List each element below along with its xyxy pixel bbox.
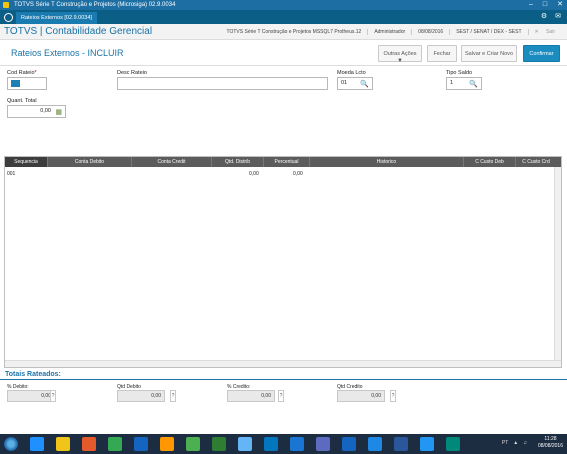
- other-actions-button[interactable]: Outras Ações ▼: [378, 45, 422, 64]
- rateio-grid[interactable]: Sequencia Conta Debito Conta Credit Qtd.…: [4, 156, 562, 368]
- col-ccusto-deb[interactable]: C Custo Deb: [463, 157, 515, 167]
- tipo-saldo-input[interactable]: 1 🔍: [446, 77, 482, 90]
- taskbar-app-icon[interactable]: [420, 437, 434, 451]
- qtd-credito-field: 0,00: [337, 390, 385, 402]
- desc-rateio-label: Desc Rateio: [117, 70, 147, 76]
- cell-percentual: 0,00: [293, 171, 303, 177]
- moeda-input[interactable]: 01 🔍: [337, 77, 373, 90]
- grid-header: Sequencia Conta Debito Conta Credit Qtd.…: [5, 157, 561, 167]
- window-title: TOTVS Série T Construção e Projetos (Mic…: [14, 2, 176, 8]
- close-button[interactable]: Fechar: [427, 45, 457, 62]
- horizontal-scrollbar[interactable]: [5, 360, 561, 367]
- taskbar-app-icon[interactable]: [316, 437, 330, 451]
- language-indicator[interactable]: PT: [502, 440, 508, 446]
- search-icon[interactable]: 🔍: [360, 79, 369, 90]
- clock[interactable]: 11:28 08/08/2016: [538, 436, 563, 450]
- help-icon[interactable]: ?: [170, 390, 176, 402]
- taskbar-app-icon[interactable]: [446, 437, 460, 451]
- calculator-icon[interactable]: ▦: [55, 107, 62, 118]
- tab-bar: Rateios Externos [02.9.0034] ⚙ ✉: [0, 10, 567, 24]
- volume-icon[interactable]: ♫: [523, 440, 527, 446]
- pct-credito-field: 0,00: [227, 390, 275, 402]
- window-titlebar: TOTVS Série T Construção e Projetos (Mic…: [0, 0, 567, 10]
- taskbar-app-icon[interactable]: [108, 437, 122, 451]
- col-conta-credito[interactable]: Conta Credit: [131, 157, 211, 167]
- cod-rateio-input[interactable]: [7, 77, 47, 90]
- quant-total-value: 0,00: [40, 108, 51, 114]
- col-ccusto-crd[interactable]: C Custo Crd: [515, 157, 556, 167]
- taskbar-app-icon[interactable]: [394, 437, 408, 451]
- start-button[interactable]: [4, 437, 18, 451]
- clock-time: 11:28: [544, 436, 557, 442]
- cod-rateio-label: Cod Rateio*: [7, 70, 37, 76]
- totals-divider: [0, 379, 567, 380]
- quant-total-input[interactable]: 0,00 ▦: [7, 105, 66, 118]
- minimize-icon[interactable]: –: [529, 1, 533, 9]
- app-header: TOTVS | Contabilidade Gerencial TOTVS Sé…: [0, 24, 567, 40]
- taskbar-app-icon[interactable]: [82, 437, 96, 451]
- tab-rateios-externos[interactable]: Rateios Externos [02.9.0034]: [16, 12, 97, 24]
- code-marker: [11, 80, 20, 87]
- col-qtd-distrib[interactable]: Qtd. Distrib: [211, 157, 263, 167]
- taskbar-app-icon[interactable]: [342, 437, 356, 451]
- clock-date: 08/08/2016: [537, 443, 563, 449]
- save-new-button[interactable]: Salvar e Criar Novo: [461, 45, 517, 62]
- taskbar-app-icon[interactable]: [368, 437, 382, 451]
- taskbar: PT ▲ ♫ 11:28 08/08/2016: [0, 434, 567, 454]
- qtd-debito-field: 0,00: [117, 390, 165, 402]
- help-icon[interactable]: ?: [50, 390, 56, 402]
- cell-sequencia: 001: [7, 171, 16, 177]
- tipo-saldo-label: Tipo Saldo: [446, 70, 473, 76]
- tipo-saldo-value: 1: [450, 80, 454, 86]
- tray-icons: PT ▲ ♫: [502, 440, 527, 446]
- table-row[interactable]: 001 0,00 0,00: [5, 171, 561, 179]
- chevron-up-icon[interactable]: ▲: [513, 440, 518, 446]
- taskbar-app-icon[interactable]: [56, 437, 70, 451]
- taskbar-app-icon[interactable]: [30, 437, 44, 451]
- page-header: Rateios Externos - INCLUIR Outras Ações …: [0, 40, 567, 66]
- branch-label: SEST / SENAT / DEX - SEST: [449, 29, 527, 35]
- taskbar-app-icon[interactable]: [160, 437, 174, 451]
- desc-rateio-input[interactable]: [117, 77, 328, 90]
- exit-button[interactable]: ✕ Sair: [527, 29, 567, 35]
- quant-total-label: Quant. Total: [7, 98, 37, 104]
- help-icon[interactable]: ?: [278, 390, 284, 402]
- taskbar-app-icon[interactable]: [238, 437, 252, 451]
- exit-label: Sair: [546, 29, 555, 35]
- confirm-button[interactable]: Confirmar: [523, 45, 560, 62]
- col-percentual[interactable]: Percentual: [263, 157, 309, 167]
- taskbar-app-icon[interactable]: [212, 437, 226, 451]
- col-sequencia[interactable]: Sequencia: [5, 157, 47, 167]
- moeda-label: Moeda Lcto: [337, 70, 366, 76]
- vertical-scrollbar[interactable]: [554, 167, 561, 362]
- taskbar-app-icon[interactable]: [264, 437, 278, 451]
- page-title: Rateios Externos - INCLUIR: [11, 48, 124, 58]
- mail-icon[interactable]: ✉: [555, 12, 561, 20]
- date-label: 08/08/2016: [411, 29, 449, 35]
- home-icon[interactable]: [4, 13, 13, 22]
- chevron-down-icon: ▼: [397, 58, 403, 64]
- moeda-value: 01: [341, 80, 348, 86]
- environment-label: TOTVS Série T Construção e Projetos MSSQ…: [226, 29, 362, 35]
- close-icon[interactable]: ✕: [557, 1, 563, 9]
- maximize-icon[interactable]: □: [543, 1, 547, 9]
- gear-icon[interactable]: ⚙: [541, 12, 547, 20]
- help-icon[interactable]: ?: [390, 390, 396, 402]
- pct-debito-field: 0,00: [7, 390, 55, 402]
- search-icon[interactable]: 🔍: [469, 79, 478, 90]
- taskbar-app-icon[interactable]: [290, 437, 304, 451]
- col-historico[interactable]: Historico: [309, 157, 463, 167]
- user-label: Administrador: [367, 29, 411, 35]
- brand-title: TOTVS | Contabilidade Gerencial: [4, 26, 153, 37]
- app-icon: [3, 2, 9, 8]
- taskbar-app-icon[interactable]: [186, 437, 200, 451]
- col-conta-debito[interactable]: Conta Debito: [47, 157, 131, 167]
- totals-title: Totais Rateados:: [5, 371, 61, 378]
- cell-qtd: 0,00: [249, 171, 259, 177]
- taskbar-app-icon[interactable]: [134, 437, 148, 451]
